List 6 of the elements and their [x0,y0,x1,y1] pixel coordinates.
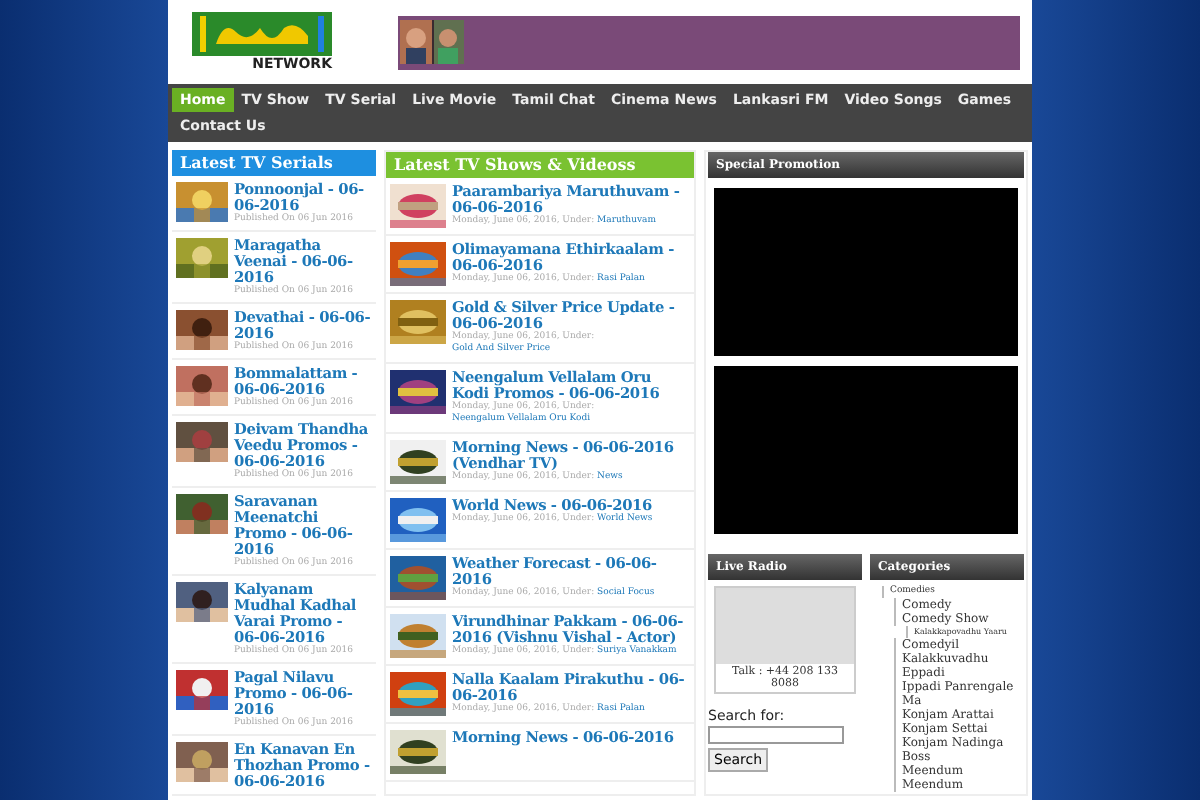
video-player[interactable] [714,188,1018,356]
section-header: Latest TV Serials [172,150,376,176]
search-field[interactable] [708,726,844,744]
video-player[interactable] [714,366,1018,534]
logo-icon [192,12,332,56]
section-header: Latest TV Shows & Videoss [386,152,694,178]
